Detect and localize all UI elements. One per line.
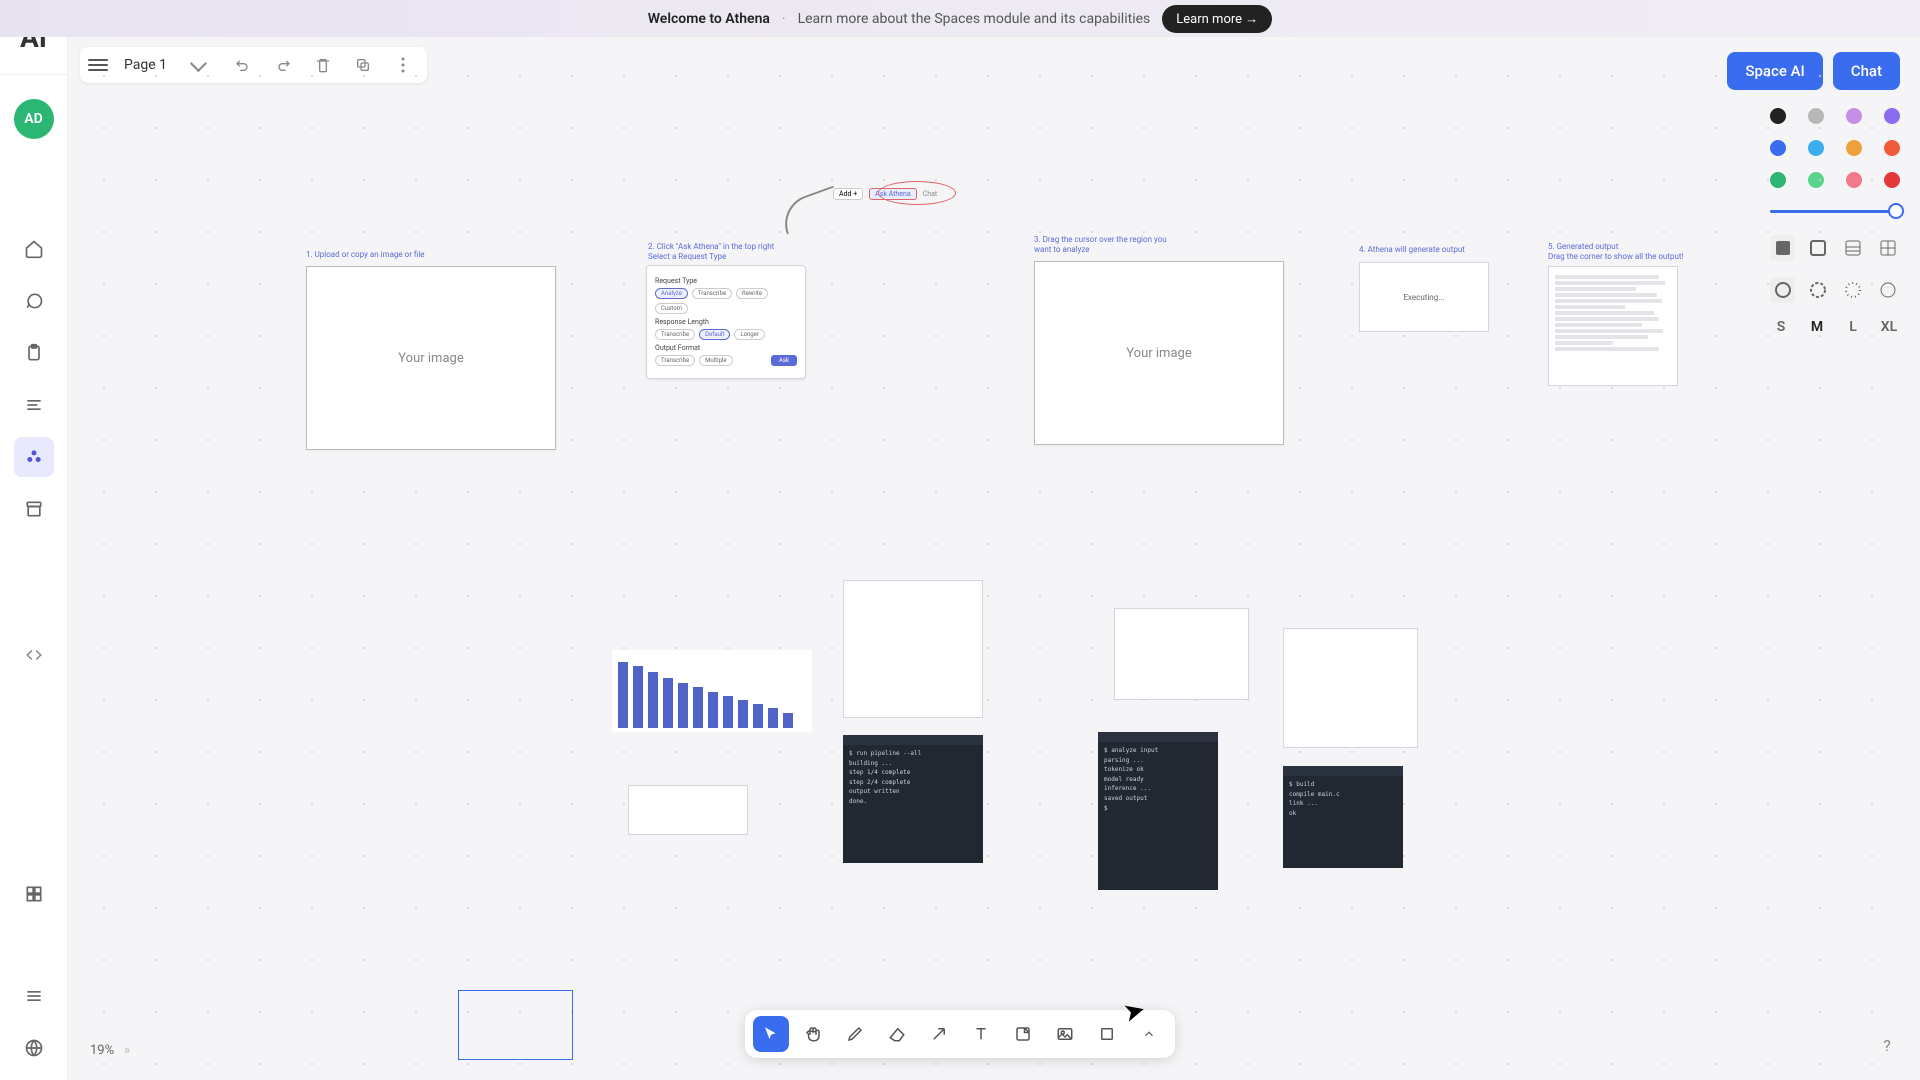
step-1-label: 1. Upload or copy an image or file [306, 250, 425, 260]
terminal-sample-1: $ run pipeline --allbuilding ...step 1/4… [843, 735, 983, 863]
archive-icon[interactable] [14, 489, 54, 529]
learn-more-button[interactable]: Learn more → [1162, 5, 1272, 33]
terminal-sample-2: $ analyze inputparsing ...tokenize okmod… [1098, 732, 1218, 890]
eraser-tool[interactable] [879, 1016, 915, 1052]
your-image-text-2: Your image [1126, 346, 1191, 361]
hamburger-icon[interactable] [14, 976, 54, 1016]
select-tool[interactable] [753, 1016, 789, 1052]
globe-icon[interactable] [14, 1028, 54, 1068]
rl-transcribe: Transcribe [655, 329, 695, 340]
hand-tool[interactable] [795, 1016, 831, 1052]
doc-sample-3 [1283, 628, 1418, 748]
avatar[interactable]: AD [14, 99, 54, 139]
banner-separator: · [782, 11, 786, 27]
selection-rectangle[interactable] [458, 990, 573, 1060]
grid-icon[interactable] [14, 874, 54, 914]
request-type-heading: Request Type [655, 277, 797, 285]
bottom-toolbar [745, 1010, 1175, 1058]
doc-sample-small [628, 785, 748, 835]
terminal-sample-3: $ buildcompile main.clink ...ok [1283, 766, 1403, 868]
prompt-card: Request Type Analyze Transcribe Rewrite … [646, 265, 806, 379]
step-5-label-a: 5. Generated output [1548, 242, 1618, 252]
image-placeholder-2: Your image [1034, 261, 1284, 445]
clipboard-icon[interactable] [14, 333, 54, 373]
spaces-icon[interactable] [14, 437, 54, 477]
shape-tool[interactable] [1089, 1016, 1125, 1052]
doc-sample-1 [843, 580, 983, 718]
step-2-label-b: Select a Request Type [648, 252, 726, 262]
output-card [1548, 266, 1678, 386]
zoom-indicator[interactable]: 19% » [90, 1043, 130, 1058]
your-image-text-1: Your image [398, 351, 463, 366]
rl-default: Default [699, 329, 730, 340]
executing-text: Executing... [1403, 293, 1444, 302]
ask-button: Ask [771, 355, 797, 366]
banner-description: Learn more about the Spaces module and i… [798, 11, 1151, 27]
help-button[interactable]: ? [1874, 1032, 1900, 1058]
text-tool[interactable] [963, 1016, 999, 1052]
canvas[interactable]: Add + Ask Athena Chat 1. Upload or copy … [68, 40, 1920, 1080]
collapse-sidebar-icon[interactable] [14, 635, 54, 675]
rl-longer: Longer [734, 329, 765, 340]
image-placeholder-1: Your image [306, 266, 556, 450]
of-transcribe: Transcribe [655, 355, 695, 366]
step-3-label-a: 3. Drag the cursor over the region you [1034, 235, 1167, 245]
arrow-tool[interactable] [921, 1016, 957, 1052]
of-multiple: Multiple [699, 355, 732, 366]
pencil-tool[interactable] [837, 1016, 873, 1052]
note-tool[interactable] [1005, 1016, 1041, 1052]
zoom-value: 19% [90, 1043, 114, 1058]
curve-arrow [777, 186, 844, 235]
list-icon[interactable] [14, 385, 54, 425]
welcome-banner: Welcome to Athena · Learn more about the… [0, 0, 1920, 37]
home-icon[interactable] [14, 229, 54, 269]
response-length-heading: Response Length [655, 318, 797, 326]
left-sidebar: AD [0, 75, 68, 1080]
executing-card: Executing... [1359, 262, 1489, 332]
step-2-label-a: 2. Click "Ask Athena" in the top right [648, 242, 774, 252]
rt-analyze: Analyze [655, 288, 688, 299]
output-format-heading: Output Format [655, 344, 797, 352]
bar-chart-sample [612, 650, 812, 732]
rt-rewrite: Rewrite [736, 288, 768, 299]
rt-transcribe: Transcribe [692, 288, 732, 299]
step-5-label-b: Drag the corner to show all the output! [1548, 252, 1684, 262]
zoom-expand-icon[interactable]: » [124, 1043, 130, 1058]
step-3-label-b: want to analyze [1034, 245, 1089, 255]
chat-icon[interactable] [14, 281, 54, 321]
rt-custom: Custom [655, 303, 688, 314]
step-4-label: 4. Athena will generate output [1359, 245, 1465, 255]
highlight-circle [878, 181, 956, 205]
banner-title: Welcome to Athena [648, 11, 770, 27]
doc-sample-2 [1114, 608, 1249, 700]
image-tool[interactable] [1047, 1016, 1083, 1052]
